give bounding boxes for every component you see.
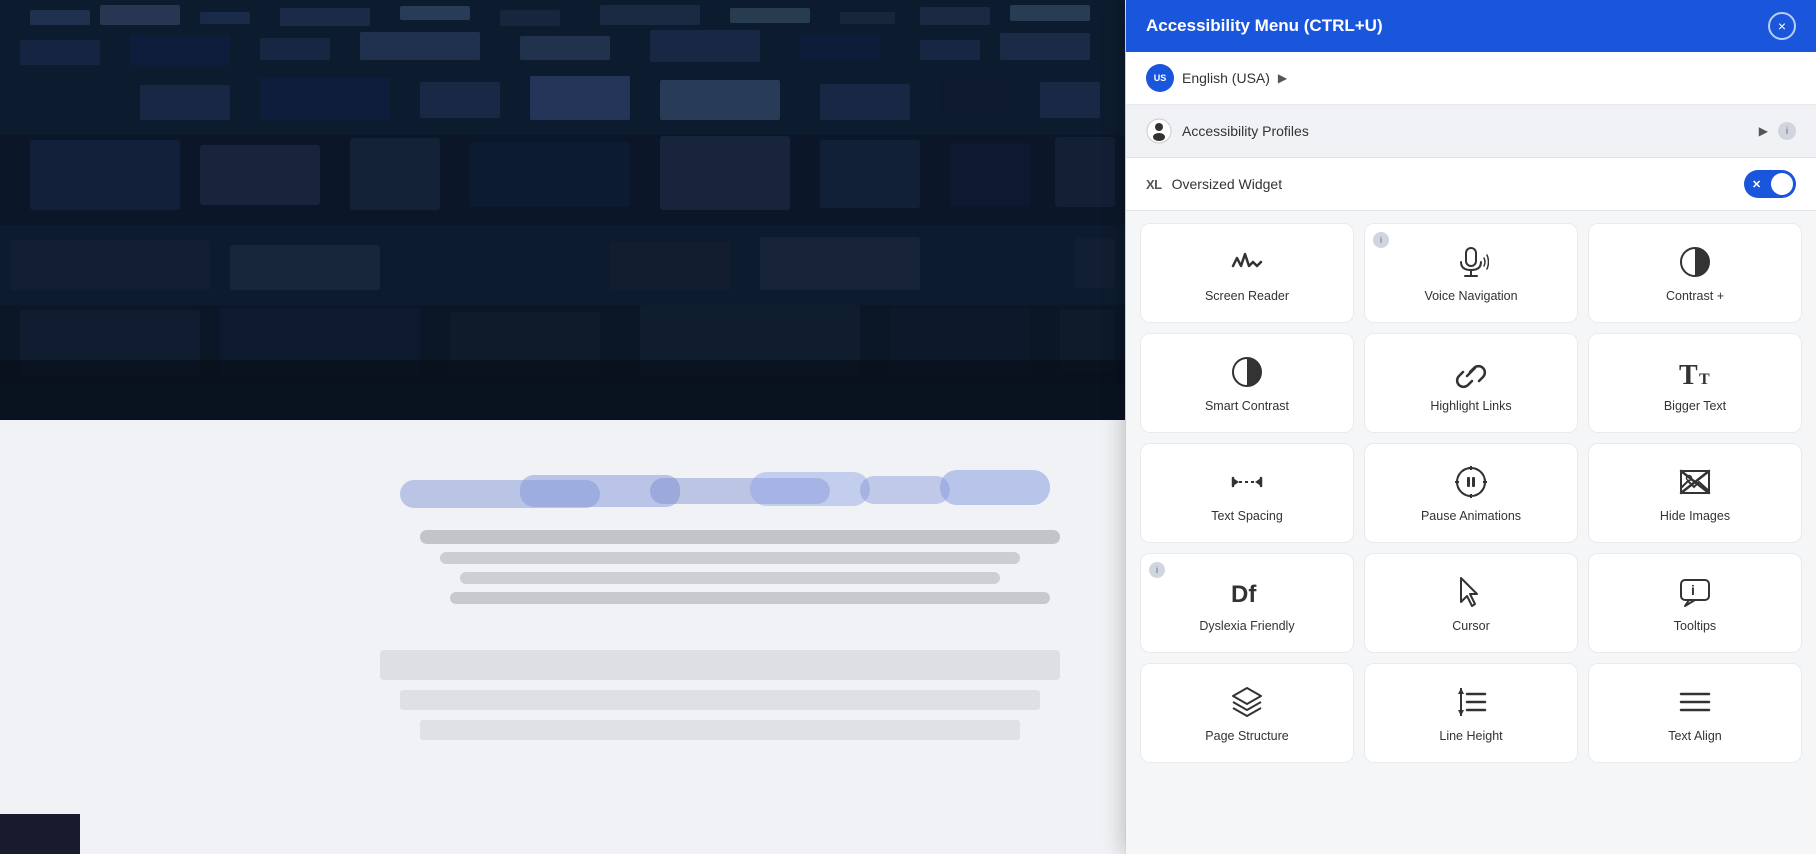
screen-reader-card[interactable]: Screen Reader — [1140, 223, 1354, 323]
bigger-text-label: Bigger Text — [1664, 398, 1726, 414]
cursor-label: Cursor — [1452, 618, 1490, 634]
widget-text: Oversized Widget — [1172, 176, 1734, 192]
text-align-label: Text Align — [1668, 728, 1722, 744]
hide-images-card[interactable]: Hide Images — [1588, 443, 1802, 543]
language-flag: US — [1146, 64, 1174, 92]
voice-navigation-icon — [1453, 244, 1489, 280]
hide-images-label: Hide Images — [1660, 508, 1730, 524]
pause-animations-icon — [1453, 464, 1489, 500]
smart-contrast-icon — [1229, 354, 1265, 390]
voice-nav-info: i — [1373, 232, 1389, 248]
cursor-icon — [1453, 574, 1489, 610]
profiles-arrow: ▶ — [1759, 124, 1768, 138]
dyslexia-friendly-card[interactable]: i Df Dyslexia Friendly — [1140, 553, 1354, 653]
text-align-icon — [1677, 684, 1713, 720]
language-arrow: ▶ — [1278, 71, 1287, 85]
svg-text:Df: Df — [1231, 581, 1257, 608]
tooltips-label: Tooltips — [1674, 618, 1716, 634]
text-spacing-card[interactable]: Text Spacing — [1140, 443, 1354, 543]
language-row[interactable]: US English (USA) ▶ — [1126, 52, 1816, 105]
profiles-text: Accessibility Profiles — [1182, 123, 1749, 139]
tooltips-icon: i — [1677, 574, 1713, 610]
contrast-plus-card[interactable]: Contrast + — [1588, 223, 1802, 323]
line-height-icon — [1453, 684, 1489, 720]
svg-text:T: T — [1699, 371, 1710, 388]
screen-reader-label: Screen Reader — [1205, 288, 1289, 304]
highlight-links-icon — [1453, 354, 1489, 390]
text-spacing-icon — [1229, 464, 1265, 500]
accessibility-panel: Accessibility Menu (CTRL+U) × US English… — [1126, 0, 1816, 854]
svg-text:T: T — [1679, 360, 1698, 390]
accessibility-profiles-row[interactable]: Accessibility Profiles ▶ i — [1126, 105, 1816, 158]
highlight-links-label: Highlight Links — [1430, 398, 1511, 414]
voice-navigation-label: Voice Navigation — [1424, 288, 1517, 304]
pause-animations-card[interactable]: Pause Animations — [1364, 443, 1578, 543]
features-grid: Screen Reader i Voice Navigation Contras… — [1126, 211, 1816, 854]
text-align-card[interactable]: Text Align — [1588, 663, 1802, 763]
panel-title: Accessibility Menu (CTRL+U) — [1146, 16, 1383, 36]
toggle-knob — [1771, 173, 1793, 195]
svg-text:i: i — [1691, 582, 1695, 598]
page-structure-icon — [1229, 684, 1265, 720]
bigger-text-card[interactable]: T T Bigger Text — [1588, 333, 1802, 433]
text-spacing-label: Text Spacing — [1211, 508, 1283, 524]
page-structure-card[interactable]: Page Structure — [1140, 663, 1354, 763]
dyslexia-info: i — [1149, 562, 1165, 578]
contrast-plus-icon — [1677, 244, 1713, 280]
line-height-label: Line Height — [1439, 728, 1502, 744]
dyslexia-friendly-label: Dyslexia Friendly — [1199, 618, 1294, 634]
voice-navigation-card[interactable]: i Voice Navigation — [1364, 223, 1578, 323]
smart-contrast-card[interactable]: Smart Contrast — [1140, 333, 1354, 433]
profiles-info: i — [1778, 122, 1796, 140]
bigger-text-icon: T T — [1677, 354, 1713, 390]
background-content — [0, 0, 1125, 854]
line-height-card[interactable]: Line Height — [1364, 663, 1578, 763]
oversized-widget-toggle[interactable]: ✕ — [1744, 170, 1796, 198]
bg-light-pixels — [0, 420, 1125, 854]
hide-images-icon — [1677, 464, 1713, 500]
tooltips-card[interactable]: i Tooltips — [1588, 553, 1802, 653]
xl-badge: XL — [1146, 177, 1162, 192]
close-button[interactable]: × — [1768, 12, 1796, 40]
oversized-widget-row: XL Oversized Widget ✕ — [1126, 158, 1816, 211]
panel-header: Accessibility Menu (CTRL+U) × — [1126, 0, 1816, 52]
dyslexia-friendly-icon: Df — [1229, 574, 1265, 610]
highlight-links-card[interactable]: Highlight Links — [1364, 333, 1578, 433]
bg-dark-pixels — [0, 0, 1125, 420]
dark-corner — [0, 814, 80, 854]
page-structure-label: Page Structure — [1205, 728, 1288, 744]
contrast-plus-label: Contrast + — [1666, 288, 1724, 304]
toggle-x-icon: ✕ — [1752, 178, 1761, 191]
pause-animations-label: Pause Animations — [1421, 508, 1521, 524]
language-text: English (USA) — [1182, 70, 1270, 86]
smart-contrast-label: Smart Contrast — [1205, 398, 1289, 414]
screen-reader-icon — [1229, 244, 1265, 280]
profile-accessibility-icon — [1146, 118, 1172, 144]
cursor-card[interactable]: Cursor — [1364, 553, 1578, 653]
